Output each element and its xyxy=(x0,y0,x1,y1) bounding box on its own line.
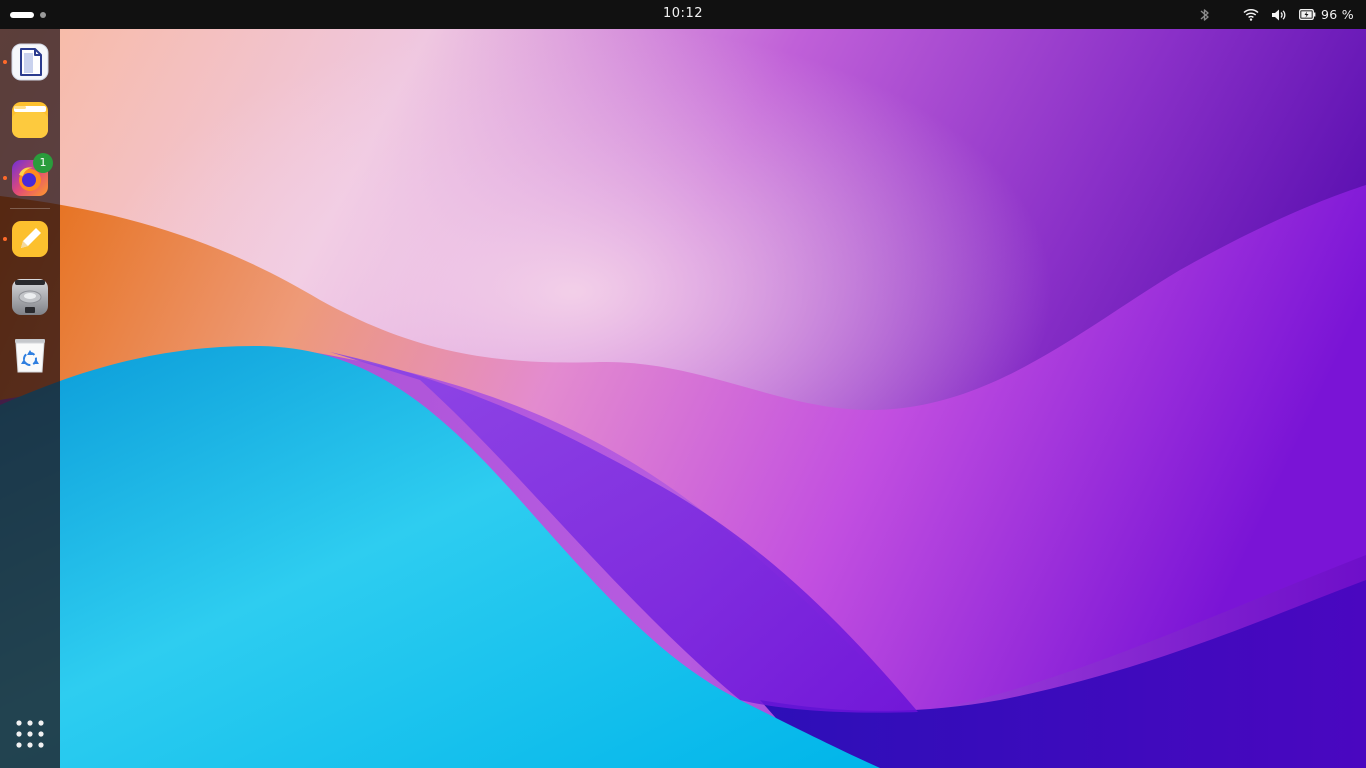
dock-item-firefox[interactable]: 1 xyxy=(3,153,53,197)
active-workspace-indicator xyxy=(10,12,34,18)
activities-button[interactable] xyxy=(10,8,60,22)
dock-separator xyxy=(10,208,50,209)
bluetooth-icon[interactable] xyxy=(1199,7,1211,23)
volume-icon[interactable] xyxy=(1271,8,1287,22)
running-indicator xyxy=(3,60,7,64)
show-apps-button[interactable] xyxy=(14,718,46,750)
dock-item-disk[interactable] xyxy=(11,278,49,316)
document-icon xyxy=(11,43,49,81)
recycle-bin-icon xyxy=(15,339,45,373)
top-bar: 10:12 96 % xyxy=(0,0,1366,29)
dock: 1 xyxy=(0,29,60,768)
running-indicator xyxy=(3,237,7,241)
battery-icon[interactable] xyxy=(1299,9,1316,20)
dock-item-text-editor[interactable] xyxy=(3,43,49,81)
hard-drive-icon xyxy=(12,279,48,315)
notification-badge: 1 xyxy=(33,153,53,173)
running-indicator xyxy=(3,176,7,180)
app-grid-icon xyxy=(16,720,44,748)
clock[interactable]: 10:12 xyxy=(663,6,703,21)
dock-item-files[interactable] xyxy=(11,101,49,139)
folder-icon xyxy=(12,102,48,138)
wifi-icon[interactable] xyxy=(1243,8,1259,21)
dock-item-trash[interactable] xyxy=(11,336,49,374)
workspace-indicator xyxy=(40,12,46,18)
system-tray[interactable]: 96 % xyxy=(1199,6,1354,23)
desktop-wallpaper xyxy=(0,0,1366,768)
pencil-notes-icon xyxy=(12,221,48,257)
battery-percentage: 96 % xyxy=(1321,7,1354,22)
dock-item-notes[interactable] xyxy=(3,220,49,258)
